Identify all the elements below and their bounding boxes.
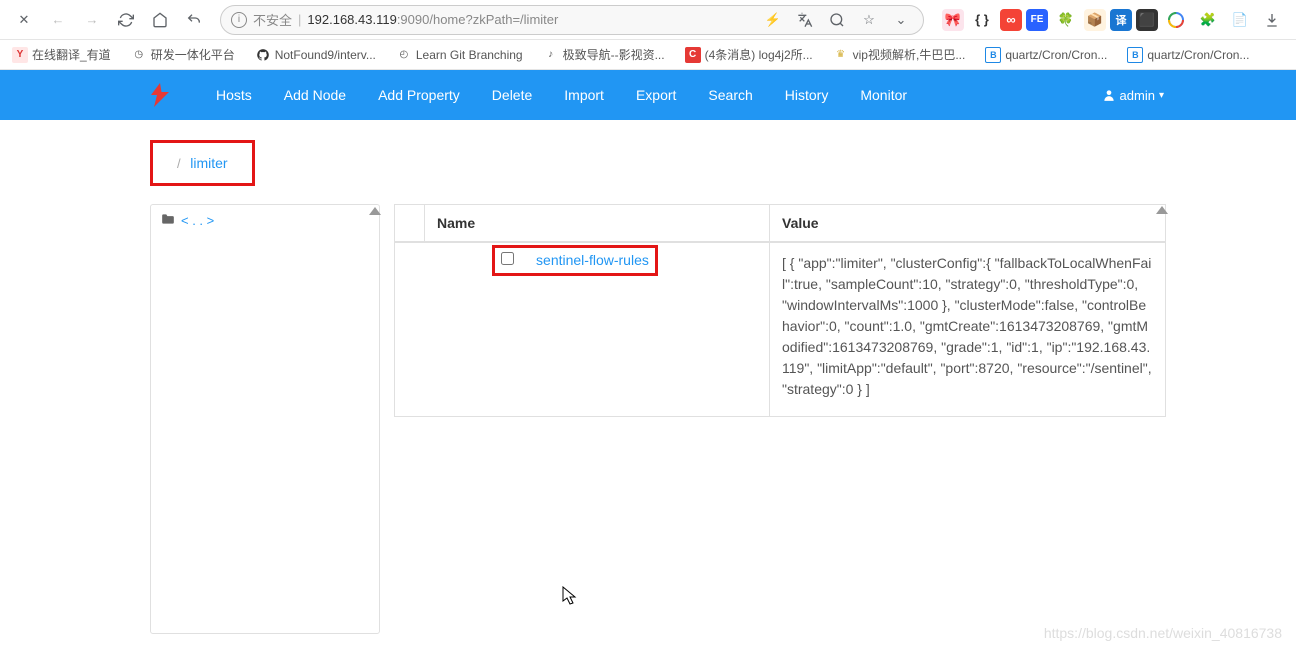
nav-delete[interactable]: Delete xyxy=(476,70,548,120)
nodes-table: Name Value sentinel-flow-rules [ { "app"… xyxy=(394,204,1166,417)
undo-nav-button[interactable] xyxy=(180,6,208,34)
tree-parent-label: < . . > xyxy=(181,213,214,228)
bookmark-item[interactable]: C (4条消息) log4j2所... xyxy=(681,44,817,65)
info-icon: i xyxy=(231,12,247,28)
value-column-header: Value xyxy=(770,205,1166,243)
browser-toolbar: ✕ ← → i 不安全 | 192.168.43.119:9090/home?z… xyxy=(0,0,1296,40)
crown-icon: ♛ xyxy=(833,47,849,63)
nav-history[interactable]: History xyxy=(769,70,845,120)
table-row: sentinel-flow-rules [ { "app":"limiter",… xyxy=(395,242,1166,417)
breadcrumb: / limiter xyxy=(150,140,255,186)
bookmark-star-icon[interactable]: ☆ xyxy=(857,8,881,32)
bookmark-label: (4条消息) log4j2所... xyxy=(705,46,813,63)
reload-button[interactable] xyxy=(112,6,140,34)
nav-search[interactable]: Search xyxy=(692,70,768,120)
bookmark-item[interactable]: NotFound9/interv... xyxy=(251,45,380,65)
ext-icon-4[interactable]: FE xyxy=(1026,9,1048,31)
ext-icon-7[interactable]: 译 xyxy=(1110,9,1132,31)
data-pane: Name Value sentinel-flow-rules [ { "app"… xyxy=(394,204,1166,634)
bookmark-label: vip视频解析,牛巴巴... xyxy=(853,46,966,63)
globe-icon: ◴ xyxy=(396,47,412,63)
bookmark-item[interactable]: ♛ vip视频解析,牛巴巴... xyxy=(829,44,970,65)
app-logo[interactable] xyxy=(140,75,180,115)
row-checkbox[interactable] xyxy=(501,252,514,265)
caret-down-icon: ▾ xyxy=(1159,90,1164,101)
bookmark-label: NotFound9/interv... xyxy=(275,48,376,62)
bookmark-label: 极致导航--影视资... xyxy=(563,46,665,63)
nav-monitor[interactable]: Monitor xyxy=(844,70,923,120)
chevron-down-icon[interactable]: ⌄ xyxy=(889,8,913,32)
close-tab-button[interactable]: ✕ xyxy=(10,6,38,34)
bookmark-icon: Y xyxy=(12,47,28,63)
ext-icon-5[interactable]: 🍀 xyxy=(1052,6,1080,34)
bookmark-label: quartz/Cron/Cron... xyxy=(1147,48,1249,62)
ext-icon-6[interactable]: 📦 xyxy=(1084,9,1106,31)
download-icon[interactable] xyxy=(1258,6,1286,34)
ext-icon-8[interactable]: ⬛ xyxy=(1136,9,1158,31)
music-icon: ♪ xyxy=(543,47,559,63)
name-column-header: Name xyxy=(425,205,770,243)
checkbox-column-header xyxy=(395,205,425,243)
ext-icon-pdf[interactable]: 📄 xyxy=(1226,6,1254,34)
insecure-label: 不安全 xyxy=(253,10,292,29)
node-name-link[interactable]: sentinel-flow-rules xyxy=(536,252,649,268)
bookmark-item[interactable]: Y 在线翻译_有道 xyxy=(8,44,115,65)
bookmark-label: 研发一体化平台 xyxy=(151,46,235,63)
extension-icons: 🎀 { } ∞ FE 🍀 📦 译 ⬛ 🧩 📄 xyxy=(942,6,1286,34)
address-bar[interactable]: i 不安全 | 192.168.43.119:9090/home?zkPath=… xyxy=(220,5,924,35)
breadcrumb-separator: / xyxy=(177,156,181,171)
nav-hosts[interactable]: Hosts xyxy=(200,70,268,120)
separator: | xyxy=(298,12,301,27)
ext-icon-2[interactable]: { } xyxy=(968,6,996,34)
scroll-up-icon[interactable] xyxy=(1156,206,1168,214)
tree-pane: < . . > xyxy=(150,204,380,634)
ext-icon-1[interactable]: 🎀 xyxy=(942,9,964,31)
app-navbar: Hosts Add Node Add Property Delete Impor… xyxy=(0,70,1296,120)
zoom-icon[interactable] xyxy=(825,8,849,32)
user-name: admin xyxy=(1120,88,1155,103)
amp-icon[interactable]: ⚡ xyxy=(761,8,785,32)
scroll-up-icon[interactable] xyxy=(369,207,381,215)
breadcrumb-link[interactable]: limiter xyxy=(190,155,227,171)
globe-icon: ◷ xyxy=(131,47,147,63)
ext-icon-9[interactable] xyxy=(1162,6,1190,34)
bookmark-item[interactable]: B quartz/Cron/Cron... xyxy=(1123,45,1253,65)
ext-icon-10[interactable]: 🧩 xyxy=(1194,6,1222,34)
node-value: [ { "app":"limiter", "clusterConfig":{ "… xyxy=(770,242,1166,417)
bookmark-label: quartz/Cron/Cron... xyxy=(1005,48,1107,62)
translate-icon[interactable] xyxy=(793,8,817,32)
bookmark-label: Learn Git Branching xyxy=(416,48,523,62)
user-menu[interactable]: admin ▾ xyxy=(1090,88,1176,103)
bejson-icon: B xyxy=(985,47,1001,63)
nav-import[interactable]: Import xyxy=(548,70,620,120)
bookmark-item[interactable]: B quartz/Cron/Cron... xyxy=(981,45,1111,65)
bookmark-item[interactable]: ◴ Learn Git Branching xyxy=(392,45,527,65)
csdn-icon: C xyxy=(685,47,701,63)
bookmark-label: 在线翻译_有道 xyxy=(32,46,111,63)
home-button[interactable] xyxy=(146,6,174,34)
nav-add-property[interactable]: Add Property xyxy=(362,70,476,120)
forward-button[interactable]: → xyxy=(78,6,106,34)
bookmark-item[interactable]: ◷ 研发一体化平台 xyxy=(127,44,239,65)
nav-export[interactable]: Export xyxy=(620,70,692,120)
bookmark-bar: Y 在线翻译_有道 ◷ 研发一体化平台 NotFound9/interv... … xyxy=(0,40,1296,70)
github-icon xyxy=(255,47,271,63)
user-icon xyxy=(1102,88,1116,102)
ext-icon-3[interactable]: ∞ xyxy=(1000,9,1022,31)
back-button[interactable]: ← xyxy=(44,6,72,34)
nav-add-node[interactable]: Add Node xyxy=(268,70,362,120)
bookmark-item[interactable]: ♪ 极致导航--影视资... xyxy=(539,44,669,65)
bejson-icon: B xyxy=(1127,47,1143,63)
folder-icon xyxy=(161,213,175,228)
tree-parent-link[interactable]: < . . > xyxy=(161,213,369,228)
url-text: 192.168.43.119:9090/home?zkPath=/limiter xyxy=(307,12,558,27)
